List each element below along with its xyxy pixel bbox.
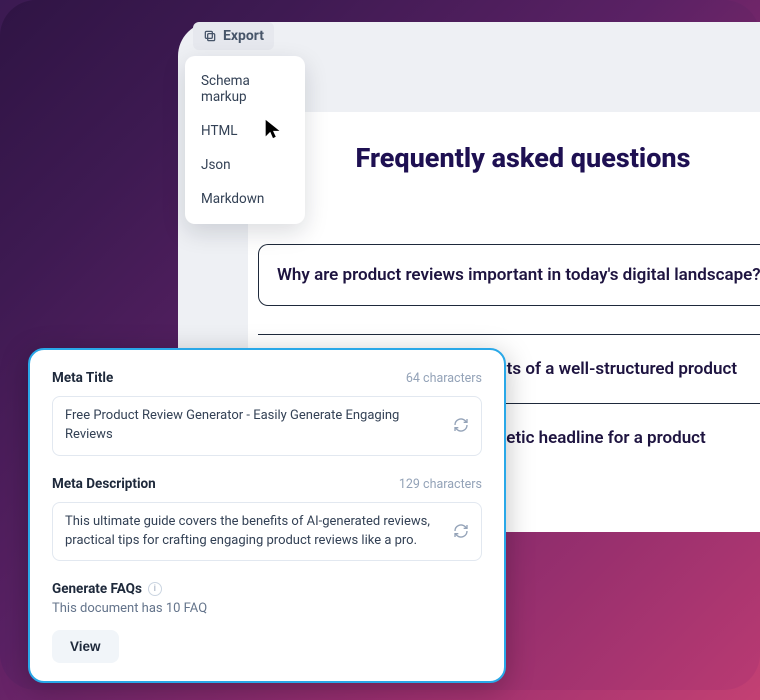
generate-faqs-label: Generate FAQs (52, 581, 142, 597)
view-button[interactable]: View (52, 630, 119, 663)
export-option-json[interactable]: Json (185, 148, 305, 182)
export-button[interactable]: Export (193, 22, 274, 50)
export-option-schema[interactable]: Schema markup (185, 64, 305, 114)
meta-description-input[interactable]: This ultimate guide covers the benefits … (52, 502, 482, 562)
faq-heading: Frequently asked questions (248, 142, 760, 174)
meta-description-label: Meta Description (52, 476, 156, 492)
meta-title-value: Free Product Review Generator - Easily G… (65, 408, 399, 442)
seo-meta-card: Meta Title 64 characters Free Product Re… (28, 348, 506, 683)
faq-item[interactable]: Why are product reviews important in tod… (258, 244, 760, 306)
meta-title-label: Meta Title (52, 370, 113, 386)
copy-icon (203, 29, 217, 43)
meta-description-value: This ultimate guide covers the benefits … (65, 514, 430, 548)
export-option-markdown[interactable]: Markdown (185, 182, 305, 216)
export-dropdown: Export Schema markup HTML Json Markdown (185, 22, 305, 224)
meta-title-char-count: 64 characters (406, 371, 482, 386)
meta-title-input[interactable]: Free Product Review Generator - Easily G… (52, 396, 482, 456)
meta-description-char-count: 129 characters (399, 477, 482, 492)
refresh-icon[interactable] (453, 417, 471, 435)
export-label: Export (223, 28, 264, 44)
refresh-icon[interactable] (453, 523, 471, 541)
faq-count-text: This document has 10 FAQ (52, 601, 482, 616)
export-option-html[interactable]: HTML (185, 114, 305, 148)
export-menu: Schema markup HTML Json Markdown (185, 56, 305, 224)
info-icon[interactable]: i (148, 582, 162, 596)
app-background: Frequently asked questions Why are produ… (0, 0, 760, 700)
